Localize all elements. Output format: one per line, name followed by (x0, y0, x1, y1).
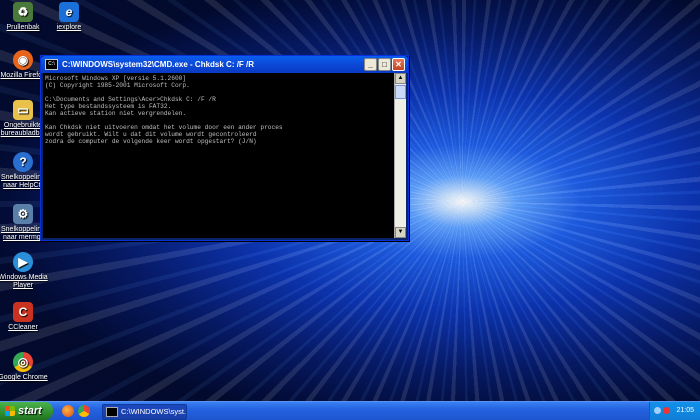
media-player-icon: ▶ (13, 252, 33, 272)
taskbar: start C:\WINDOWS\syst... 21:05 (0, 401, 700, 420)
maximize-button[interactable]: □ (378, 58, 391, 71)
security-alert-icon[interactable] (663, 407, 670, 414)
clock[interactable]: 21:05 (676, 402, 694, 420)
start-button[interactable]: start (0, 402, 53, 420)
scrollbar-thumb[interactable] (395, 85, 406, 99)
window-title: C:\WINDOWS\system32\CMD.exe - Chkdsk C: … (62, 60, 255, 69)
system-tray: 21:05 (649, 402, 700, 420)
close-button[interactable]: ✕ (392, 58, 405, 71)
cmd-window[interactable]: C:\ C:\WINDOWS\system32\CMD.exe - Chkdsk… (40, 55, 409, 241)
desktop-icon-iexplore[interactable]: e iexplore (42, 2, 96, 32)
folder-icon: ▭ (13, 100, 33, 120)
scroll-up-icon[interactable]: ▲ (395, 73, 406, 84)
windows-logo-icon (5, 406, 15, 416)
help-icon: ? (13, 152, 33, 172)
start-label: start (18, 405, 42, 417)
vertical-scrollbar[interactable]: ▲ ▼ (394, 73, 406, 238)
taskbar-button-cmd[interactable]: C:\WINDOWS\syst... (102, 404, 187, 420)
network-icon[interactable] (654, 407, 661, 414)
cmd-icon (106, 407, 118, 417)
internet-explorer-icon: e (59, 2, 79, 22)
taskbar-button-label: C:\WINDOWS\syst... (121, 407, 187, 416)
cmd-icon: C:\ (45, 59, 58, 70)
firefox-quicklaunch-icon[interactable] (62, 405, 74, 417)
desktop-icon-chrome[interactable]: ◎ Google Chrome (0, 352, 50, 382)
console-output[interactable]: Microsoft Windows XP [versie 5.1.2600] (… (43, 73, 395, 238)
settings-icon: ⚙ (13, 204, 33, 224)
desktop-icon-label: Windows Media Player (0, 274, 48, 289)
window-titlebar[interactable]: C:\ C:\WINDOWS\system32\CMD.exe - Chkdsk… (41, 56, 408, 73)
firefox-icon: ◉ (13, 50, 33, 70)
minimize-button[interactable]: _ (364, 58, 377, 71)
chrome-quicklaunch-icon[interactable] (78, 405, 90, 417)
scroll-down-icon[interactable]: ▼ (395, 227, 406, 238)
desktop-icon-media-player[interactable]: ▶ Windows Media Player (0, 252, 50, 290)
recycle-bin-icon: ♻ (13, 2, 33, 22)
ccleaner-icon: C (13, 302, 33, 322)
desktop-icon-ccleaner[interactable]: C CCleaner (0, 302, 50, 332)
desktop-icon-label: Google Chrome (0, 374, 48, 381)
chrome-icon: ◎ (13, 352, 33, 372)
desktop-icon-label: iexplore (56, 24, 82, 31)
desktop-icon-label: CCleaner (8, 324, 38, 331)
